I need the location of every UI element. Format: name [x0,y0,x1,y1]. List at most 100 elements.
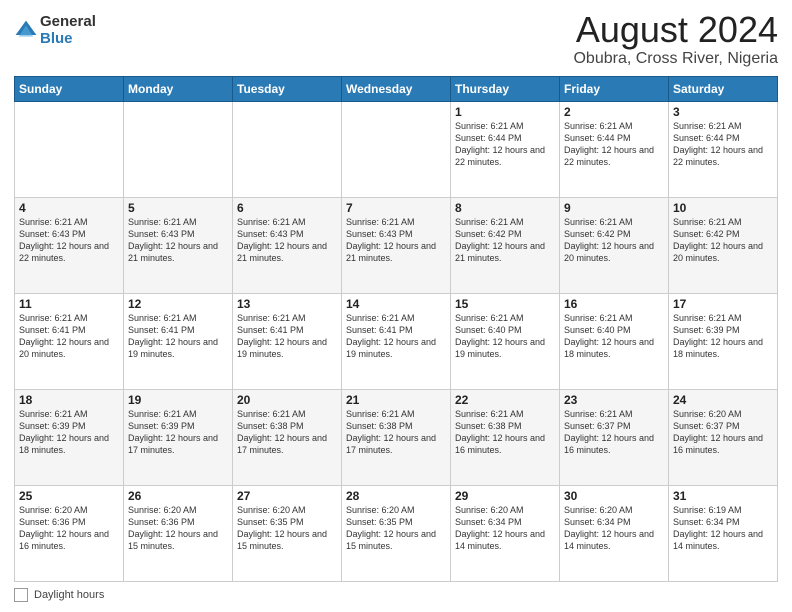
weekday-header: Saturday [669,76,778,101]
day-info: Sunrise: 6:21 AM Sunset: 6:38 PM Dayligh… [346,408,446,457]
day-info: Sunrise: 6:21 AM Sunset: 6:37 PM Dayligh… [564,408,664,457]
day-number: 11 [19,297,119,311]
calendar-cell: 18Sunrise: 6:21 AM Sunset: 6:39 PM Dayli… [15,389,124,485]
day-info: Sunrise: 6:21 AM Sunset: 6:42 PM Dayligh… [455,216,555,265]
calendar-cell: 24Sunrise: 6:20 AM Sunset: 6:37 PM Dayli… [669,389,778,485]
day-info: Sunrise: 6:20 AM Sunset: 6:34 PM Dayligh… [564,504,664,553]
day-number: 23 [564,393,664,407]
day-number: 26 [128,489,228,503]
title-block: August 2024 Obubra, Cross River, Nigeria [573,10,778,68]
calendar-header-row: SundayMondayTuesdayWednesdayThursdayFrid… [15,76,778,101]
day-number: 20 [237,393,337,407]
calendar-week-row: 4Sunrise: 6:21 AM Sunset: 6:43 PM Daylig… [15,197,778,293]
logo-general: General [40,14,96,31]
day-number: 10 [673,201,773,215]
footer-box [14,588,28,602]
calendar-cell: 9Sunrise: 6:21 AM Sunset: 6:42 PM Daylig… [560,197,669,293]
day-info: Sunrise: 6:21 AM Sunset: 6:42 PM Dayligh… [564,216,664,265]
calendar-cell [15,101,124,197]
header: General Blue August 2024 Obubra, Cross R… [14,10,778,68]
day-number: 15 [455,297,555,311]
page: General Blue August 2024 Obubra, Cross R… [0,0,792,612]
main-title: August 2024 [573,10,778,50]
day-info: Sunrise: 6:21 AM Sunset: 6:38 PM Dayligh… [455,408,555,457]
calendar-cell: 23Sunrise: 6:21 AM Sunset: 6:37 PM Dayli… [560,389,669,485]
day-info: Sunrise: 6:21 AM Sunset: 6:40 PM Dayligh… [455,312,555,361]
calendar-cell: 6Sunrise: 6:21 AM Sunset: 6:43 PM Daylig… [233,197,342,293]
day-info: Sunrise: 6:21 AM Sunset: 6:41 PM Dayligh… [237,312,337,361]
calendar-cell: 3Sunrise: 6:21 AM Sunset: 6:44 PM Daylig… [669,101,778,197]
day-info: Sunrise: 6:21 AM Sunset: 6:39 PM Dayligh… [128,408,228,457]
calendar-cell: 13Sunrise: 6:21 AM Sunset: 6:41 PM Dayli… [233,293,342,389]
day-number: 19 [128,393,228,407]
calendar-cell: 11Sunrise: 6:21 AM Sunset: 6:41 PM Dayli… [15,293,124,389]
calendar-cell: 12Sunrise: 6:21 AM Sunset: 6:41 PM Dayli… [124,293,233,389]
day-info: Sunrise: 6:20 AM Sunset: 6:36 PM Dayligh… [19,504,119,553]
calendar-cell: 20Sunrise: 6:21 AM Sunset: 6:38 PM Dayli… [233,389,342,485]
day-info: Sunrise: 6:21 AM Sunset: 6:43 PM Dayligh… [19,216,119,265]
day-info: Sunrise: 6:21 AM Sunset: 6:39 PM Dayligh… [19,408,119,457]
day-info: Sunrise: 6:21 AM Sunset: 6:44 PM Dayligh… [455,120,555,169]
day-number: 14 [346,297,446,311]
day-number: 31 [673,489,773,503]
calendar-cell: 2Sunrise: 6:21 AM Sunset: 6:44 PM Daylig… [560,101,669,197]
day-info: Sunrise: 6:20 AM Sunset: 6:35 PM Dayligh… [237,504,337,553]
calendar-cell: 31Sunrise: 6:19 AM Sunset: 6:34 PM Dayli… [669,485,778,581]
calendar-cell: 15Sunrise: 6:21 AM Sunset: 6:40 PM Dayli… [451,293,560,389]
day-number: 29 [455,489,555,503]
calendar-cell: 30Sunrise: 6:20 AM Sunset: 6:34 PM Dayli… [560,485,669,581]
day-info: Sunrise: 6:20 AM Sunset: 6:36 PM Dayligh… [128,504,228,553]
subtitle: Obubra, Cross River, Nigeria [573,50,778,68]
day-number: 7 [346,201,446,215]
day-number: 17 [673,297,773,311]
calendar-table: SundayMondayTuesdayWednesdayThursdayFrid… [14,76,778,582]
calendar-cell: 29Sunrise: 6:20 AM Sunset: 6:34 PM Dayli… [451,485,560,581]
day-number: 27 [237,489,337,503]
day-info: Sunrise: 6:21 AM Sunset: 6:41 PM Dayligh… [346,312,446,361]
calendar-cell: 26Sunrise: 6:20 AM Sunset: 6:36 PM Dayli… [124,485,233,581]
day-info: Sunrise: 6:21 AM Sunset: 6:41 PM Dayligh… [128,312,228,361]
day-number: 4 [19,201,119,215]
calendar-cell [233,101,342,197]
day-info: Sunrise: 6:21 AM Sunset: 6:44 PM Dayligh… [673,120,773,169]
day-number: 22 [455,393,555,407]
weekday-header: Friday [560,76,669,101]
day-info: Sunrise: 6:21 AM Sunset: 6:43 PM Dayligh… [237,216,337,265]
weekday-header: Monday [124,76,233,101]
footer: Daylight hours [14,588,778,602]
day-info: Sunrise: 6:21 AM Sunset: 6:44 PM Dayligh… [564,120,664,169]
calendar-cell [342,101,451,197]
calendar-cell: 1Sunrise: 6:21 AM Sunset: 6:44 PM Daylig… [451,101,560,197]
calendar-cell: 7Sunrise: 6:21 AM Sunset: 6:43 PM Daylig… [342,197,451,293]
calendar-week-row: 1Sunrise: 6:21 AM Sunset: 6:44 PM Daylig… [15,101,778,197]
day-info: Sunrise: 6:21 AM Sunset: 6:39 PM Dayligh… [673,312,773,361]
calendar-cell: 22Sunrise: 6:21 AM Sunset: 6:38 PM Dayli… [451,389,560,485]
logo: General Blue [14,14,96,47]
day-number: 3 [673,105,773,119]
calendar-cell: 21Sunrise: 6:21 AM Sunset: 6:38 PM Dayli… [342,389,451,485]
calendar-cell: 27Sunrise: 6:20 AM Sunset: 6:35 PM Dayli… [233,485,342,581]
weekday-header: Tuesday [233,76,342,101]
day-number: 6 [237,201,337,215]
day-info: Sunrise: 6:21 AM Sunset: 6:38 PM Dayligh… [237,408,337,457]
day-info: Sunrise: 6:21 AM Sunset: 6:43 PM Dayligh… [346,216,446,265]
day-info: Sunrise: 6:19 AM Sunset: 6:34 PM Dayligh… [673,504,773,553]
calendar-cell [124,101,233,197]
logo-text: General Blue [40,14,96,47]
day-number: 12 [128,297,228,311]
logo-blue: Blue [40,31,96,48]
day-number: 25 [19,489,119,503]
day-number: 1 [455,105,555,119]
day-number: 30 [564,489,664,503]
calendar-cell: 16Sunrise: 6:21 AM Sunset: 6:40 PM Dayli… [560,293,669,389]
day-number: 8 [455,201,555,215]
calendar-week-row: 18Sunrise: 6:21 AM Sunset: 6:39 PM Dayli… [15,389,778,485]
day-info: Sunrise: 6:21 AM Sunset: 6:40 PM Dayligh… [564,312,664,361]
day-info: Sunrise: 6:21 AM Sunset: 6:43 PM Dayligh… [128,216,228,265]
day-number: 24 [673,393,773,407]
calendar-cell: 14Sunrise: 6:21 AM Sunset: 6:41 PM Dayli… [342,293,451,389]
calendar-cell: 25Sunrise: 6:20 AM Sunset: 6:36 PM Dayli… [15,485,124,581]
calendar-cell: 4Sunrise: 6:21 AM Sunset: 6:43 PM Daylig… [15,197,124,293]
calendar-cell: 10Sunrise: 6:21 AM Sunset: 6:42 PM Dayli… [669,197,778,293]
day-info: Sunrise: 6:21 AM Sunset: 6:42 PM Dayligh… [673,216,773,265]
